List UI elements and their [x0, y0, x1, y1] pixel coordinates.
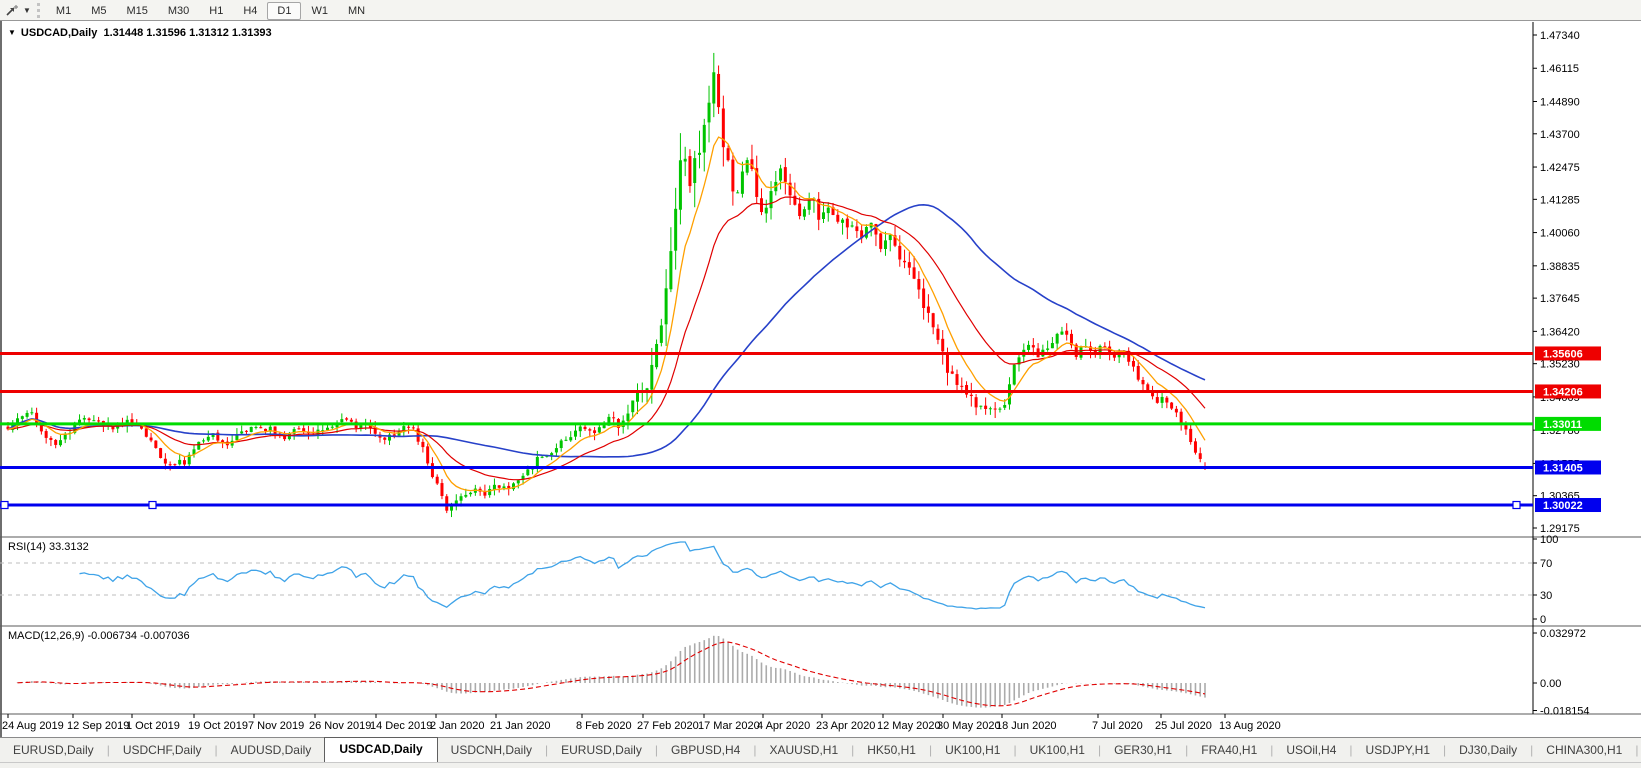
svg-text:23 Apr 2020: 23 Apr 2020 [816, 720, 875, 732]
svg-text:25 Jul 2020: 25 Jul 2020 [1155, 720, 1212, 732]
svg-text:1.47340: 1.47340 [1540, 30, 1580, 42]
svg-text:1.31405: 1.31405 [1543, 462, 1583, 474]
collapse-triangle-icon[interactable]: ▼ [8, 28, 16, 37]
svg-text:1.30022: 1.30022 [1543, 500, 1583, 512]
svg-text:1.38835: 1.38835 [1540, 261, 1580, 273]
svg-text:14 Dec 2019: 14 Dec 2019 [370, 720, 432, 732]
chart-tab-uk100-h1[interactable]: UK100,H1 [1017, 739, 1098, 761]
chart-tab-usdchf-daily[interactable]: USDCHF,Daily [110, 739, 215, 761]
svg-text:1.34206: 1.34206 [1543, 386, 1583, 398]
svg-text:21 Jan 2020: 21 Jan 2020 [490, 720, 551, 732]
chart-tab-dj30-daily[interactable]: DJ30,Daily [1446, 739, 1530, 761]
chart-tab-china300-h1[interactable]: CHINA300,H1 [1533, 739, 1635, 761]
status-bar [0, 762, 1641, 768]
svg-text:1.43700: 1.43700 [1540, 129, 1580, 141]
svg-text:7 Nov 2019: 7 Nov 2019 [248, 720, 304, 732]
svg-text:0.00: 0.00 [1540, 678, 1561, 690]
chart-tab-bar: EURUSD,Daily|USDCHF,Daily|AUDUSD,DailyUS… [0, 737, 1641, 762]
chart-title: ▼ USDCAD,Daily 1.31448 1.31596 1.31312 1.… [8, 27, 272, 39]
svg-text:13 Aug 2020: 13 Aug 2020 [1219, 720, 1281, 732]
svg-text:12 Sep 2019: 12 Sep 2019 [67, 720, 129, 732]
chart-tabs: EURUSD,Daily|USDCHF,Daily|AUDUSD,DailyUS… [0, 739, 1641, 762]
svg-text:17 Mar 2020: 17 Mar 2020 [698, 720, 760, 732]
chart-tab-usoil-h4[interactable]: USOil,H4 [1273, 739, 1349, 761]
svg-text:19 Oct 2019: 19 Oct 2019 [188, 720, 248, 732]
rsi-indicator-label: RSI(14) 33.3132 [8, 541, 89, 553]
chart-tab-audusd-daily[interactable]: AUDUSD,Daily [218, 739, 325, 761]
svg-text:30 May 2020: 30 May 2020 [937, 720, 1001, 732]
svg-text:8 Feb 2020: 8 Feb 2020 [576, 720, 632, 732]
svg-text:1.35606: 1.35606 [1543, 348, 1583, 360]
svg-text:70: 70 [1540, 558, 1552, 570]
chart-ohlc-values: 1.31448 1.31596 1.31312 1.31393 [103, 27, 271, 39]
chart-tab-usdjpy-h1[interactable]: USDJPY,H1 [1353, 739, 1443, 761]
chart-tab-hk50-h1[interactable]: HK50,H1 [854, 739, 929, 761]
svg-text:-0.018154: -0.018154 [1540, 706, 1590, 718]
svg-text:4 Apr 2020: 4 Apr 2020 [757, 720, 810, 732]
svg-text:0.032972: 0.032972 [1540, 628, 1586, 640]
chart-tab-fra40-h1[interactable]: FRA40,H1 [1188, 739, 1270, 761]
svg-text:1.46115: 1.46115 [1540, 63, 1579, 75]
chart-tab-usdcad-daily[interactable]: USDCAD,Daily [324, 737, 437, 762]
svg-text:1.44890: 1.44890 [1540, 96, 1580, 108]
chart-symbol: USDCAD,Daily [21, 27, 97, 39]
svg-text:1.33011: 1.33011 [1543, 419, 1582, 431]
chart-tab-gbpusd-h4[interactable]: GBPUSD,H4 [658, 739, 753, 761]
svg-text:1.40060: 1.40060 [1540, 228, 1580, 240]
svg-text:1 Oct 2019: 1 Oct 2019 [126, 720, 180, 732]
svg-text:27 Feb 2020: 27 Feb 2020 [637, 720, 699, 732]
chart-tab-xauusd-h1[interactable]: XAUUSD,H1 [756, 739, 851, 761]
chart-tab-uk100-h1[interactable]: UK100,H1 [932, 739, 1013, 761]
mt4-window: ▼ M1M5M15M30H1H4D1W1MN 1.473401.461151.4… [0, 0, 1641, 768]
svg-text:1.36420: 1.36420 [1540, 326, 1580, 338]
chart-tab-ger30-h1[interactable]: GER30,H1 [1101, 739, 1185, 761]
svg-text:2 Jan 2020: 2 Jan 2020 [430, 720, 484, 732]
svg-text:100: 100 [1540, 534, 1558, 546]
chart-tab-eurusd-daily[interactable]: EURUSD,Daily [0, 739, 107, 761]
macd-indicator-label: MACD(12,26,9) -0.006734 -0.007036 [8, 630, 190, 642]
chart-tab-eurusd-daily[interactable]: EURUSD,Daily [548, 739, 655, 761]
svg-text:18 Jun 2020: 18 Jun 2020 [996, 720, 1057, 732]
svg-text:30: 30 [1540, 590, 1552, 602]
svg-text:26 Nov 2019: 26 Nov 2019 [309, 720, 371, 732]
svg-text:12 May 2020: 12 May 2020 [877, 720, 941, 732]
price-chart[interactable]: 1.47340 1.46115 1.44890 1.43700 1.42475 1.412… [0, 0, 1641, 737]
svg-text:1.41285: 1.41285 [1540, 194, 1580, 206]
svg-text:0: 0 [1540, 614, 1546, 626]
chart-tab-usdcnh-daily[interactable]: USDCNH,Daily [438, 739, 545, 761]
svg-text:1.42475: 1.42475 [1540, 162, 1580, 174]
svg-text:24 Aug 2019: 24 Aug 2019 [2, 720, 64, 732]
svg-text:7 Jul 2020: 7 Jul 2020 [1092, 720, 1143, 732]
svg-text:1.37645: 1.37645 [1540, 293, 1580, 305]
